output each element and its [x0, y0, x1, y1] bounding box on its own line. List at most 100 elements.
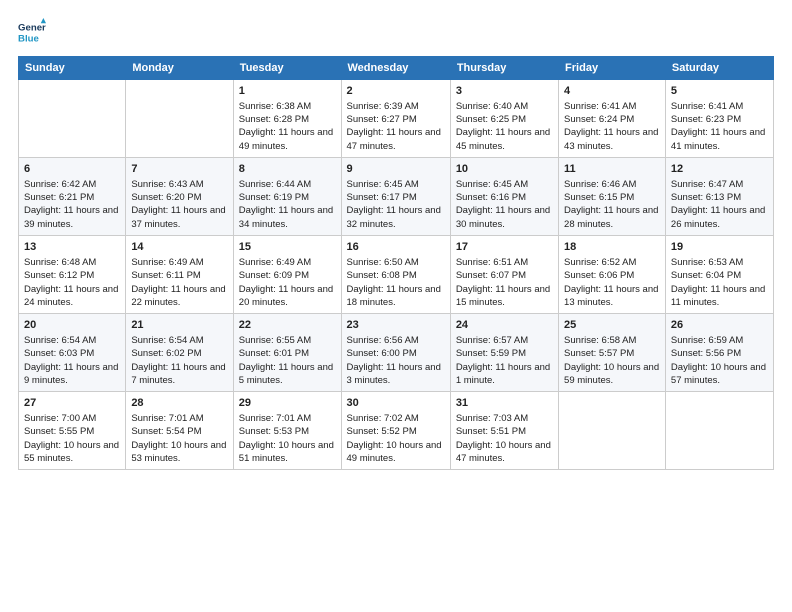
- day-number: 24: [456, 318, 553, 333]
- day-number: 20: [24, 318, 120, 333]
- calendar-cell: 26Sunrise: 6:59 AM Sunset: 5:56 PM Dayli…: [665, 314, 773, 392]
- day-info: Sunrise: 7:03 AM Sunset: 5:51 PM Dayligh…: [456, 412, 553, 465]
- day-info: Sunrise: 7:01 AM Sunset: 5:54 PM Dayligh…: [131, 412, 227, 465]
- col-friday: Friday: [559, 57, 666, 80]
- day-info: Sunrise: 6:58 AM Sunset: 5:57 PM Dayligh…: [564, 334, 660, 387]
- calendar-cell: [126, 80, 233, 158]
- calendar-week-row: 20Sunrise: 6:54 AM Sunset: 6:03 PM Dayli…: [19, 314, 774, 392]
- header: General Blue: [18, 18, 774, 46]
- calendar-cell: 27Sunrise: 7:00 AM Sunset: 5:55 PM Dayli…: [19, 392, 126, 470]
- day-number: 28: [131, 396, 227, 411]
- day-number: 19: [671, 240, 768, 255]
- day-info: Sunrise: 6:44 AM Sunset: 6:19 PM Dayligh…: [239, 178, 336, 231]
- day-info: Sunrise: 6:48 AM Sunset: 6:12 PM Dayligh…: [24, 256, 120, 309]
- calendar-week-row: 13Sunrise: 6:48 AM Sunset: 6:12 PM Dayli…: [19, 236, 774, 314]
- day-info: Sunrise: 6:43 AM Sunset: 6:20 PM Dayligh…: [131, 178, 227, 231]
- day-info: Sunrise: 6:41 AM Sunset: 6:24 PM Dayligh…: [564, 100, 660, 153]
- col-saturday: Saturday: [665, 57, 773, 80]
- day-number: 18: [564, 240, 660, 255]
- day-info: Sunrise: 6:55 AM Sunset: 6:01 PM Dayligh…: [239, 334, 336, 387]
- day-info: Sunrise: 6:40 AM Sunset: 6:25 PM Dayligh…: [456, 100, 553, 153]
- day-info: Sunrise: 6:52 AM Sunset: 6:06 PM Dayligh…: [564, 256, 660, 309]
- calendar-cell: 3Sunrise: 6:40 AM Sunset: 6:25 PM Daylig…: [450, 80, 558, 158]
- calendar-cell: 30Sunrise: 7:02 AM Sunset: 5:52 PM Dayli…: [341, 392, 450, 470]
- day-info: Sunrise: 7:01 AM Sunset: 5:53 PM Dayligh…: [239, 412, 336, 465]
- day-info: Sunrise: 6:59 AM Sunset: 5:56 PM Dayligh…: [671, 334, 768, 387]
- day-info: Sunrise: 7:02 AM Sunset: 5:52 PM Dayligh…: [347, 412, 445, 465]
- calendar-cell: 13Sunrise: 6:48 AM Sunset: 6:12 PM Dayli…: [19, 236, 126, 314]
- calendar-cell: 29Sunrise: 7:01 AM Sunset: 5:53 PM Dayli…: [233, 392, 341, 470]
- day-number: 17: [456, 240, 553, 255]
- day-number: 29: [239, 396, 336, 411]
- day-number: 13: [24, 240, 120, 255]
- calendar-cell: 4Sunrise: 6:41 AM Sunset: 6:24 PM Daylig…: [559, 80, 666, 158]
- calendar-cell: 23Sunrise: 6:56 AM Sunset: 6:00 PM Dayli…: [341, 314, 450, 392]
- calendar-cell: 9Sunrise: 6:45 AM Sunset: 6:17 PM Daylig…: [341, 158, 450, 236]
- calendar-cell: 28Sunrise: 7:01 AM Sunset: 5:54 PM Dayli…: [126, 392, 233, 470]
- calendar-cell: 14Sunrise: 6:49 AM Sunset: 6:11 PM Dayli…: [126, 236, 233, 314]
- calendar-cell: 17Sunrise: 6:51 AM Sunset: 6:07 PM Dayli…: [450, 236, 558, 314]
- calendar-cell: 11Sunrise: 6:46 AM Sunset: 6:15 PM Dayli…: [559, 158, 666, 236]
- page: General Blue Sunday Monday Tuesday Wedne…: [0, 0, 792, 612]
- day-number: 1: [239, 84, 336, 99]
- col-thursday: Thursday: [450, 57, 558, 80]
- day-number: 23: [347, 318, 445, 333]
- day-info: Sunrise: 6:54 AM Sunset: 6:02 PM Dayligh…: [131, 334, 227, 387]
- calendar-cell: 10Sunrise: 6:45 AM Sunset: 6:16 PM Dayli…: [450, 158, 558, 236]
- calendar-cell: [19, 80, 126, 158]
- calendar-cell: 31Sunrise: 7:03 AM Sunset: 5:51 PM Dayli…: [450, 392, 558, 470]
- day-info: Sunrise: 6:49 AM Sunset: 6:09 PM Dayligh…: [239, 256, 336, 309]
- calendar-cell: 19Sunrise: 6:53 AM Sunset: 6:04 PM Dayli…: [665, 236, 773, 314]
- svg-text:Blue: Blue: [18, 34, 39, 45]
- day-number: 8: [239, 162, 336, 177]
- calendar-cell: 16Sunrise: 6:50 AM Sunset: 6:08 PM Dayli…: [341, 236, 450, 314]
- calendar-week-row: 27Sunrise: 7:00 AM Sunset: 5:55 PM Dayli…: [19, 392, 774, 470]
- day-number: 16: [347, 240, 445, 255]
- day-number: 14: [131, 240, 227, 255]
- calendar-cell: 24Sunrise: 6:57 AM Sunset: 5:59 PM Dayli…: [450, 314, 558, 392]
- day-info: Sunrise: 6:51 AM Sunset: 6:07 PM Dayligh…: [456, 256, 553, 309]
- day-number: 10: [456, 162, 553, 177]
- calendar-table: Sunday Monday Tuesday Wednesday Thursday…: [18, 56, 774, 470]
- day-info: Sunrise: 6:49 AM Sunset: 6:11 PM Dayligh…: [131, 256, 227, 309]
- day-info: Sunrise: 6:56 AM Sunset: 6:00 PM Dayligh…: [347, 334, 445, 387]
- calendar-cell: 1Sunrise: 6:38 AM Sunset: 6:28 PM Daylig…: [233, 80, 341, 158]
- calendar-cell: 18Sunrise: 6:52 AM Sunset: 6:06 PM Dayli…: [559, 236, 666, 314]
- day-info: Sunrise: 6:54 AM Sunset: 6:03 PM Dayligh…: [24, 334, 120, 387]
- day-number: 9: [347, 162, 445, 177]
- day-number: 21: [131, 318, 227, 333]
- calendar-cell: 8Sunrise: 6:44 AM Sunset: 6:19 PM Daylig…: [233, 158, 341, 236]
- day-number: 31: [456, 396, 553, 411]
- calendar-cell: [559, 392, 666, 470]
- calendar-week-row: 1Sunrise: 6:38 AM Sunset: 6:28 PM Daylig…: [19, 80, 774, 158]
- day-number: 26: [671, 318, 768, 333]
- col-wednesday: Wednesday: [341, 57, 450, 80]
- day-info: Sunrise: 6:45 AM Sunset: 6:17 PM Dayligh…: [347, 178, 445, 231]
- day-number: 6: [24, 162, 120, 177]
- day-info: Sunrise: 6:42 AM Sunset: 6:21 PM Dayligh…: [24, 178, 120, 231]
- col-sunday: Sunday: [19, 57, 126, 80]
- calendar-week-row: 6Sunrise: 6:42 AM Sunset: 6:21 PM Daylig…: [19, 158, 774, 236]
- calendar-cell: 20Sunrise: 6:54 AM Sunset: 6:03 PM Dayli…: [19, 314, 126, 392]
- day-info: Sunrise: 6:39 AM Sunset: 6:27 PM Dayligh…: [347, 100, 445, 153]
- day-number: 30: [347, 396, 445, 411]
- logo: General Blue: [18, 18, 50, 46]
- calendar-cell: 21Sunrise: 6:54 AM Sunset: 6:02 PM Dayli…: [126, 314, 233, 392]
- day-number: 7: [131, 162, 227, 177]
- calendar-cell: [665, 392, 773, 470]
- day-info: Sunrise: 6:50 AM Sunset: 6:08 PM Dayligh…: [347, 256, 445, 309]
- col-tuesday: Tuesday: [233, 57, 341, 80]
- day-info: Sunrise: 6:46 AM Sunset: 6:15 PM Dayligh…: [564, 178, 660, 231]
- day-number: 3: [456, 84, 553, 99]
- day-info: Sunrise: 6:45 AM Sunset: 6:16 PM Dayligh…: [456, 178, 553, 231]
- calendar-cell: 12Sunrise: 6:47 AM Sunset: 6:13 PM Dayli…: [665, 158, 773, 236]
- calendar-header-row: Sunday Monday Tuesday Wednesday Thursday…: [19, 57, 774, 80]
- day-number: 22: [239, 318, 336, 333]
- day-info: Sunrise: 7:00 AM Sunset: 5:55 PM Dayligh…: [24, 412, 120, 465]
- day-info: Sunrise: 6:57 AM Sunset: 5:59 PM Dayligh…: [456, 334, 553, 387]
- day-info: Sunrise: 6:38 AM Sunset: 6:28 PM Dayligh…: [239, 100, 336, 153]
- calendar-cell: 15Sunrise: 6:49 AM Sunset: 6:09 PM Dayli…: [233, 236, 341, 314]
- day-number: 12: [671, 162, 768, 177]
- svg-text:General: General: [18, 22, 46, 33]
- day-number: 11: [564, 162, 660, 177]
